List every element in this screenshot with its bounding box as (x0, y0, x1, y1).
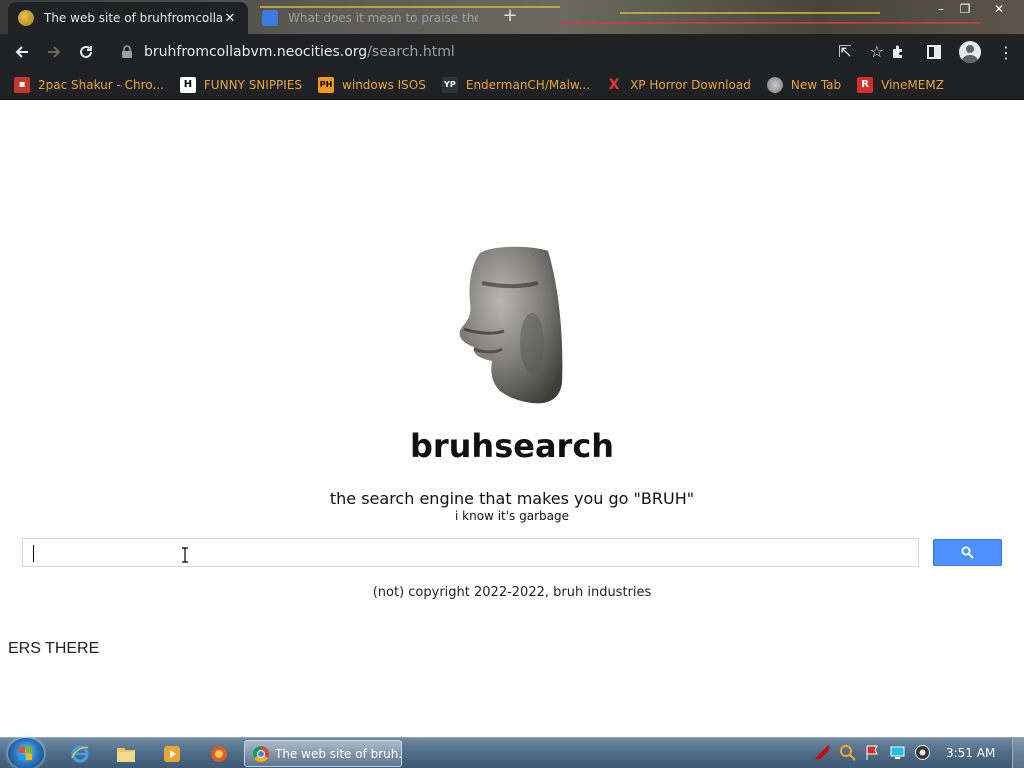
search-icon (961, 546, 974, 559)
restore-button[interactable]: ❐ (952, 0, 978, 18)
start-button[interactable] (8, 738, 44, 768)
bookmark-label: New Tab (790, 77, 842, 92)
text-caret (33, 545, 34, 562)
bookmark-item[interactable]: X XP Horror Download (606, 77, 751, 93)
share-icon[interactable]: ⇱ (838, 42, 851, 61)
r-icon: R (857, 76, 874, 93)
reload-button[interactable] (70, 36, 102, 68)
windows-logo-icon (19, 747, 32, 760)
ibeam-cursor-icon (182, 547, 188, 563)
arrow-left-icon (15, 46, 28, 58)
bookmark-label: 2pac Shakur - Chro... (38, 77, 164, 92)
favicon-icon (18, 10, 34, 26)
bookmark-label: EndermanCH/Malw... (465, 77, 591, 92)
action-center-flag-icon[interactable] (864, 744, 881, 761)
tray-app-icon[interactable] (814, 744, 831, 761)
ph-icon: PH (318, 76, 335, 93)
lock-icon (122, 45, 132, 58)
x-icon: X (608, 76, 620, 93)
bookmark-item[interactable]: H FUNNY SNIPPIES (179, 76, 303, 93)
tab-inactive[interactable]: What does it mean to praise the (252, 2, 488, 34)
chrome-icon (253, 745, 269, 762)
url-host: bruhfromcollabvm.neocities.org (144, 44, 368, 60)
close-window-button[interactable]: ✕ (986, 0, 1012, 18)
bookmark-label: VineMEMZ (881, 77, 944, 92)
copyright-text: (not) copyright 2022-2022, bruh industri… (372, 585, 652, 600)
site-title: bruhsearch (409, 427, 615, 465)
search-button[interactable] (933, 539, 1002, 566)
bookmark-item[interactable]: R VineMEMZ (857, 76, 944, 93)
wallpaper-streak (620, 12, 880, 14)
reload-icon (80, 45, 92, 58)
scrolling-marquee-text: ERS THERE (8, 640, 100, 657)
search-input[interactable] (22, 538, 919, 567)
bookmarks-bar: ▪ 2pac Shakur - Chro... H FUNNY SNIPPIES… (0, 70, 1024, 100)
app-pinned-icon[interactable] (207, 742, 231, 766)
globe-icon (766, 76, 783, 93)
bookmark-label: FUNNY SNIPPIES (203, 77, 303, 92)
bookmark-item[interactable]: New Tab (766, 76, 842, 93)
moai-head-image (452, 243, 568, 407)
bookmark-star-icon[interactable]: ☆ (870, 42, 884, 61)
task-label: The web site of bruh... (275, 746, 402, 761)
tray-search-icon[interactable] (839, 744, 856, 761)
extensions-puzzle-icon[interactable] (886, 38, 910, 66)
bookmark-item[interactable]: YP EndermanCH/Malw... (441, 76, 591, 93)
network-monitor-icon[interactable] (889, 744, 906, 761)
clock[interactable]: 3:51 AM (946, 746, 995, 760)
page-content: bruhsearch the search engine that makes … (0, 101, 1024, 737)
favicon-icon (262, 10, 278, 26)
close-tab-icon[interactable]: ✕ (222, 11, 238, 26)
new-tab-button[interactable]: + (500, 6, 520, 26)
show-desktop-button[interactable] (1012, 738, 1024, 768)
bookmark-item[interactable]: ▪ 2pac Shakur - Chro... (14, 76, 164, 93)
internet-explorer-icon[interactable] (68, 742, 92, 766)
tab-active[interactable]: The web site of bruhfromcollabvm ✕ (8, 2, 248, 34)
bookmark-label: XP Horror Download (630, 77, 751, 92)
subtagline: i know it's garbage (455, 509, 569, 523)
taskbar-chrome-window[interactable]: The web site of bruh... (244, 740, 402, 767)
arrow-right-icon (48, 46, 61, 58)
menu-kebab-icon[interactable]: ⋮ (994, 38, 1018, 66)
system-tray (814, 744, 931, 761)
tagline: the search engine that makes you go "BRU… (329, 489, 695, 508)
tab-title: The web site of bruhfromcollabvm (44, 11, 222, 25)
avatar (959, 41, 981, 63)
tab-strip: The web site of bruhfromcollabvm ✕ What … (0, 0, 1024, 34)
taskbar: The web site of bruh... 3:51 AM (0, 737, 1024, 768)
url-path: /search.html (367, 44, 455, 60)
profile-button[interactable] (958, 38, 982, 66)
media-player-icon[interactable] (160, 742, 184, 766)
bookmark-item[interactable]: PH windows ISOS (318, 76, 426, 93)
tab-title: What does it mean to praise the (288, 11, 478, 25)
minimize-button[interactable]: – (928, 0, 954, 18)
forward-button[interactable] (38, 36, 70, 68)
back-button[interactable] (6, 36, 38, 68)
address-bar[interactable]: bruhfromcollabvm.neocities.org/search.ht… (110, 38, 890, 66)
side-panel-icon[interactable] (922, 38, 946, 66)
yp-icon: YP (441, 76, 458, 93)
browser-toolbar: bruhfromcollabvm.neocities.org/search.ht… (0, 34, 1024, 70)
volume-icon[interactable] (914, 744, 931, 761)
h-icon: H (179, 76, 196, 93)
2pac-icon: ▪ (14, 76, 30, 93)
bookmark-label: windows ISOS (342, 77, 426, 92)
wallpaper-streak (560, 22, 980, 24)
file-explorer-icon[interactable] (114, 742, 138, 766)
